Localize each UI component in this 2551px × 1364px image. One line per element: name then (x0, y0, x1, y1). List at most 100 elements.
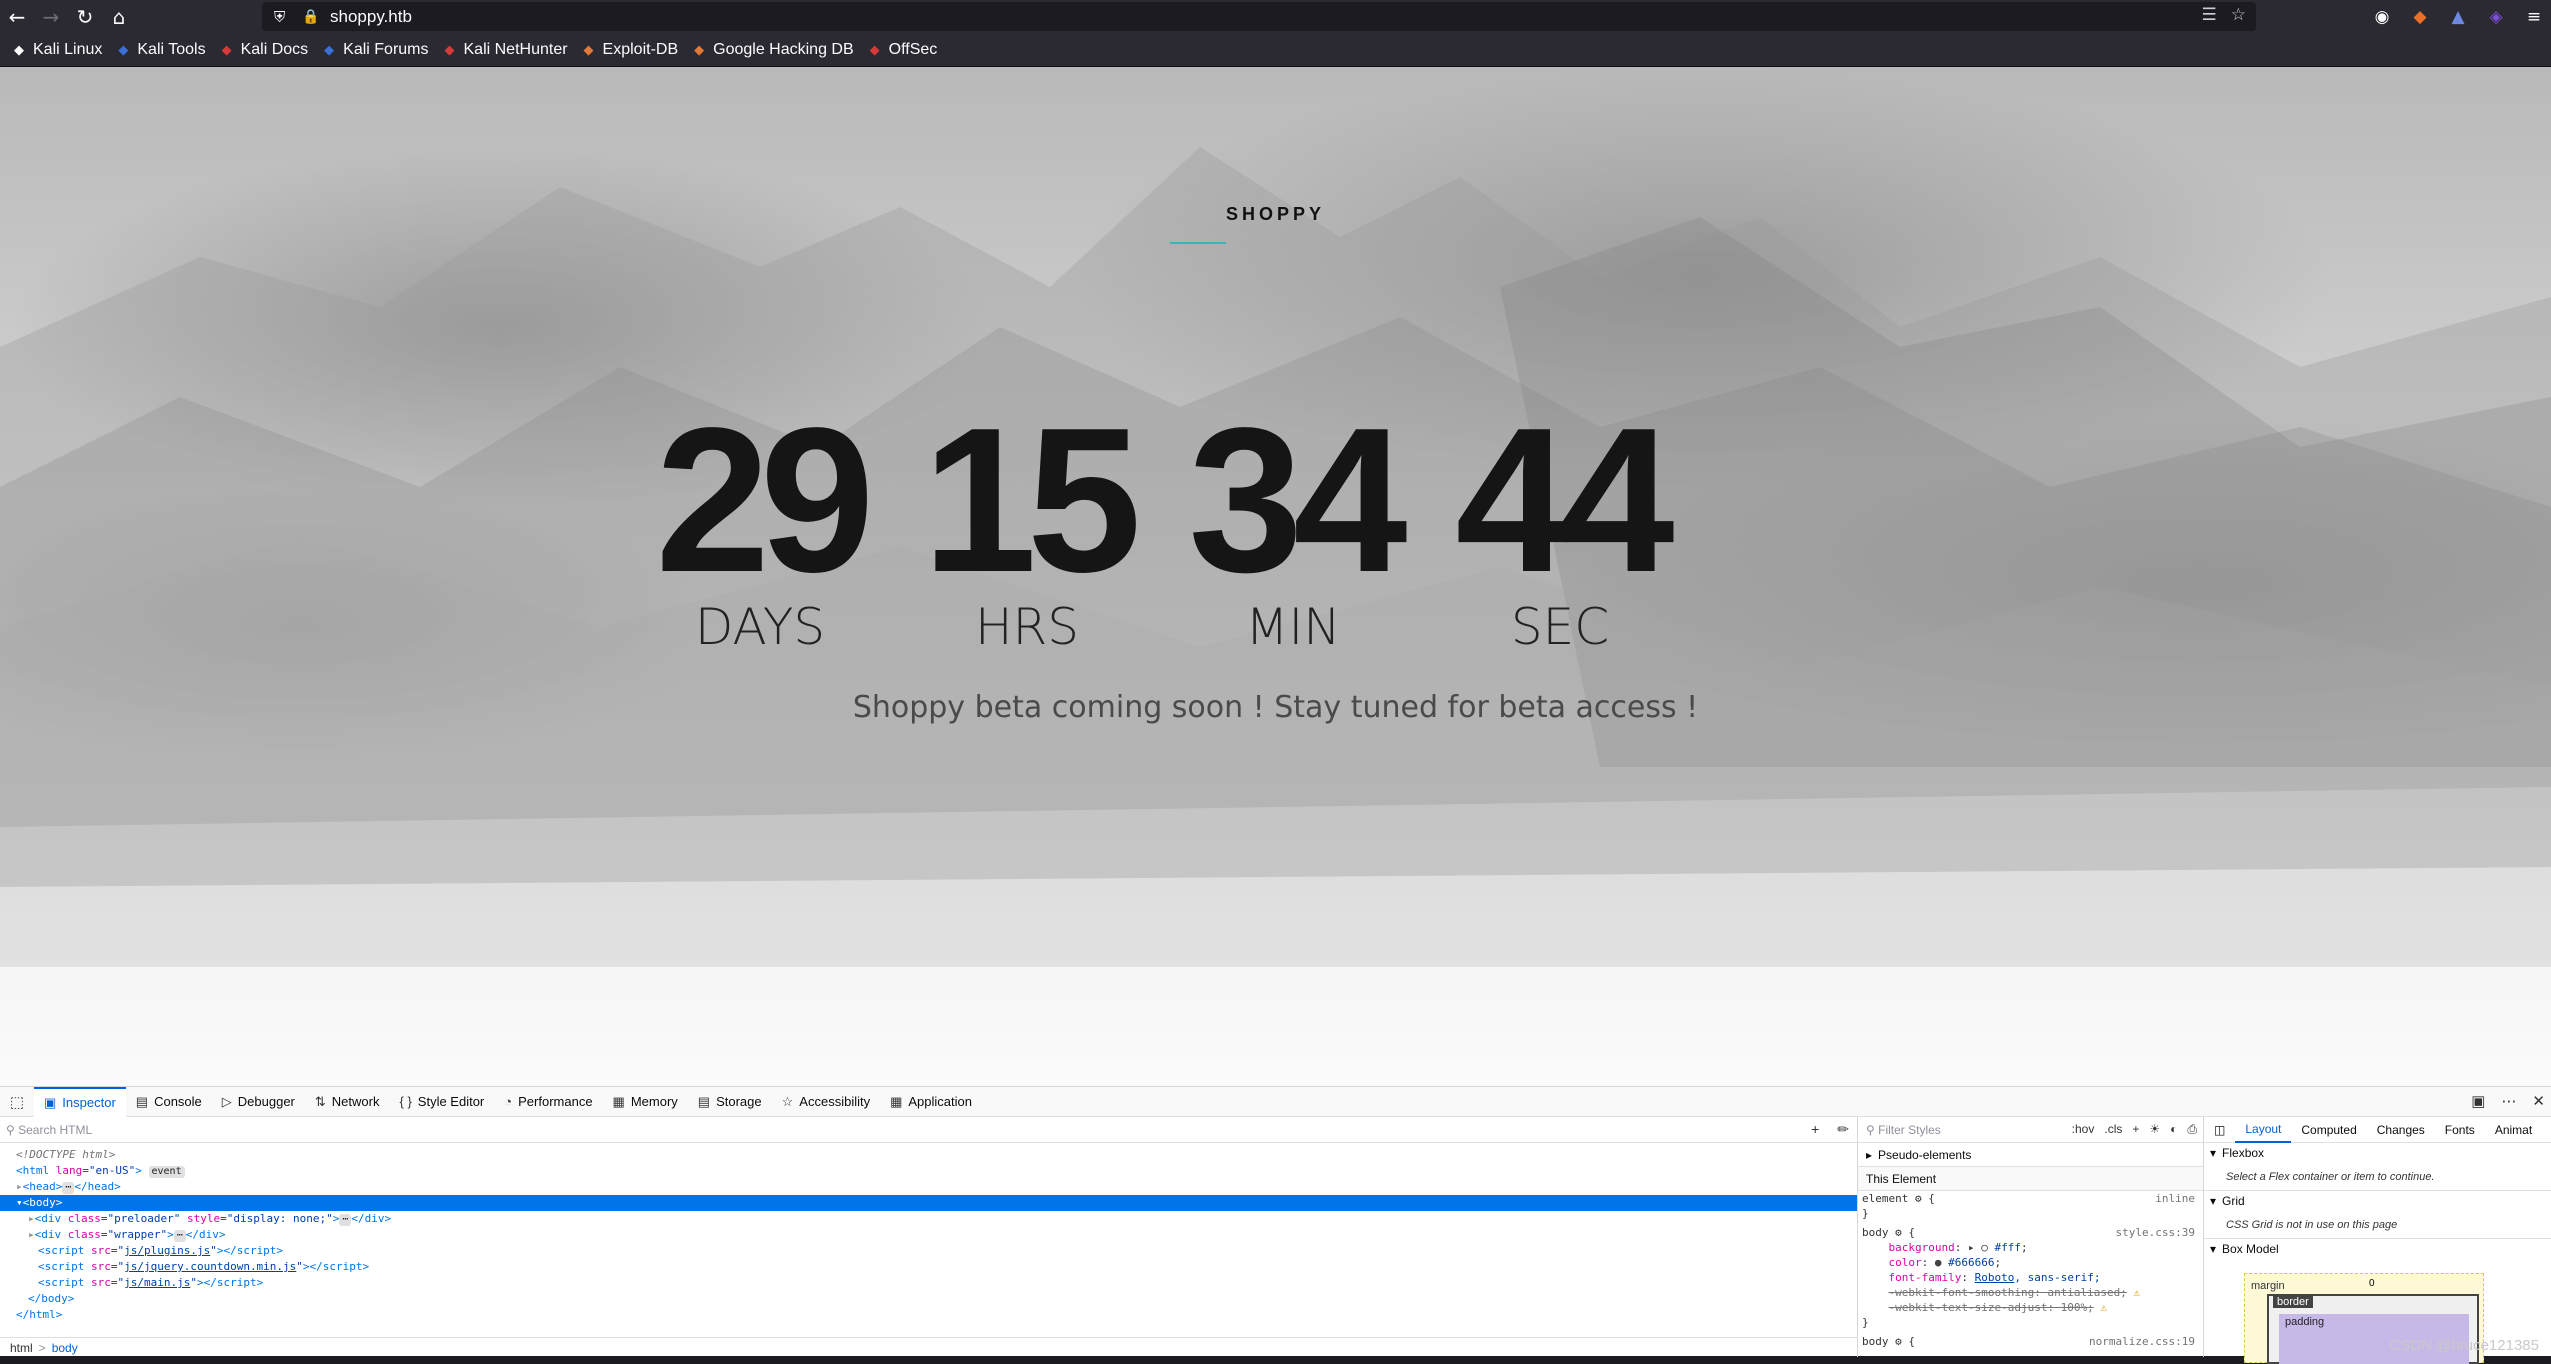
close-devtools-icon[interactable]: ✕ (2532, 1092, 2545, 1110)
tab-style-editor[interactable]: { } Style Editor (389, 1087, 494, 1117)
rule-element[interactable]: element ⚙ {inline (1862, 1191, 2203, 1206)
margin-value[interactable]: 0 (2369, 1278, 2375, 1289)
breadcrumb: html > body (0, 1337, 1858, 1357)
pseudo-elements-toggle[interactable]: ▸ Pseudo-elements (1858, 1143, 2203, 1167)
event-badge[interactable]: event (148, 1166, 185, 1178)
bookmark-item[interactable]: ◆ Kali Docs (218, 41, 309, 59)
rule-body[interactable]: body ⚙ {style.css:39 (1862, 1225, 2203, 1240)
tree-script-node[interactable]: <script src="js/plugins.js"></script> (0, 1243, 1857, 1259)
hov-toggle[interactable]: :hov (2072, 1122, 2095, 1137)
script-src-link[interactable]: js/jquery.countdown.min.js (124, 1260, 296, 1273)
flexbox-section[interactable]: ▾ Flexbox (2204, 1143, 2551, 1163)
tree-html-node[interactable]: <html lang="en-US"> event (0, 1163, 1857, 1179)
tree-html-close[interactable]: </html> (0, 1307, 1857, 1323)
color-value: #666666 (1948, 1256, 1995, 1269)
nethunter-icon: ◆ (444, 41, 455, 57)
hamburger-menu-icon[interactable]: ≡ (2523, 7, 2545, 27)
tree-script-node[interactable]: <script src="js/jquery.countdown.min.js"… (0, 1259, 1857, 1275)
grid-section[interactable]: ▾ Grid (2204, 1191, 2551, 1211)
translate-icon[interactable]: ☰ (2202, 5, 2217, 25)
foxyproxy-icon[interactable]: ◆ (2409, 7, 2431, 27)
markup-view: ⚲ Search HTML + ✏ <!DOCTYPE html> <html … (0, 1117, 1858, 1357)
bookmark-label: Kali NetHunter (463, 40, 568, 58)
pocket-icon[interactable]: ◉ (2371, 7, 2393, 27)
element-picker-icon[interactable]: ⬚ (0, 1093, 34, 1111)
decl-font-family[interactable]: font-family: Roboto, sans-serif; (1862, 1270, 2203, 1285)
light-scheme-icon[interactable]: ☀ (2149, 1122, 2160, 1137)
sidebar-tab-layout[interactable]: Layout (2235, 1117, 2292, 1143)
add-node-icon[interactable]: + (1811, 1121, 1819, 1138)
extension-wappalyzer-icon[interactable]: ◈ (2485, 7, 2507, 27)
rule-source-link[interactable]: style.css:39 (2116, 1225, 2195, 1240)
tree-body-close[interactable]: </body> (0, 1291, 1857, 1307)
bookmark-item[interactable]: ◆ OffSec (866, 41, 938, 59)
insecure-lock-icon[interactable]: 🔒 (302, 9, 324, 25)
search-html-input[interactable]: ⚲ Search HTML + ✏ (0, 1117, 1857, 1143)
flexbox-note: Select a Flex container or item to conti… (2204, 1163, 2551, 1191)
tab-accessibility[interactable]: ☆ Accessibility (772, 1087, 880, 1117)
bookmark-star-icon[interactable]: ☆ (2231, 5, 2246, 25)
decl-font-smoothing[interactable]: -webkit-font-smoothing: antialiased; ⚠ (1862, 1285, 2203, 1300)
tab-network[interactable]: ⇅ Network (305, 1087, 390, 1117)
add-rule-icon[interactable]: + (2132, 1122, 2139, 1137)
tab-performance[interactable]: ◔ Performance (494, 1087, 602, 1117)
breadcrumb-body[interactable]: body (52, 1341, 78, 1355)
cls-toggle[interactable]: .cls (2104, 1122, 2122, 1137)
tree-head-node[interactable]: ▸<head> ⋯ </head> (0, 1179, 1857, 1195)
url-text[interactable]: shoppy.htb (330, 7, 412, 27)
tab-storage[interactable]: ▤ Storage (688, 1087, 772, 1117)
decl-background[interactable]: background: ▸ ○ #fff; (1862, 1240, 2203, 1255)
sidebar-tab-fonts[interactable]: Fonts (2435, 1117, 2485, 1143)
html-tree: <!DOCTYPE html> <html lang="en-US"> even… (0, 1143, 1857, 1323)
reload-button[interactable]: ↻ (68, 0, 102, 33)
tree-wrapper-node[interactable]: ▸<div class="wrapper"> ⋯ </div> (0, 1227, 1857, 1243)
sidebar-tab-computed[interactable]: Computed (2291, 1117, 2366, 1143)
sidebar-tab-changes[interactable]: Changes (2367, 1117, 2435, 1143)
filter-styles-input[interactable]: ⚲ Filter Styles :hov .cls + ☀ ◐ ⎙ (1858, 1117, 2203, 1143)
dark-scheme-icon[interactable]: ◐ (2170, 1122, 2177, 1137)
print-simulation-icon[interactable]: ⎙ (2187, 1122, 2197, 1137)
sidebar-tab-animat[interactable]: Animat (2485, 1117, 2542, 1143)
decl-color[interactable]: color: ● #666666; (1862, 1255, 2203, 1270)
logo-underline (1170, 242, 1226, 244)
tab-debugger[interactable]: ▷ Debugger (212, 1087, 305, 1117)
tree-doctype[interactable]: <!DOCTYPE html> (0, 1147, 1857, 1163)
grid-note: CSS Grid is not in use on this page (2204, 1211, 2551, 1239)
bookmark-item[interactable]: ◆ Kali Forums (320, 41, 428, 59)
site-logo[interactable]: SHOPPY (0, 204, 2551, 225)
more-options-icon[interactable]: ⋯ (2501, 1092, 2516, 1110)
bookmark-item[interactable]: ◆ Kali Linux (10, 41, 102, 59)
tree-preloader-node[interactable]: ▸<div class="preloader" style="display: … (0, 1211, 1857, 1227)
decl-text-size-adjust[interactable]: -webkit-text-size-adjust: 100%; ⚠ (1862, 1300, 2203, 1315)
tab-memory[interactable]: ▦ Memory (603, 1087, 688, 1117)
tab-label: Network (331, 1094, 380, 1109)
breadcrumb-html[interactable]: html (10, 1341, 33, 1355)
inspector-icon: ▣ (44, 1094, 57, 1110)
bookmark-item[interactable]: ◆ Kali Tools (114, 41, 205, 59)
back-button[interactable]: ← (0, 0, 34, 33)
forward-button[interactable]: → (34, 0, 68, 33)
script-src-link[interactable]: js/main.js (124, 1276, 190, 1289)
box-model-section[interactable]: ▾ Box Model (2204, 1239, 2551, 1259)
tab-application[interactable]: ▦ Application (880, 1087, 982, 1117)
tracking-shield-icon[interactable]: ⛨ (274, 8, 296, 26)
tree-script-node[interactable]: <script src="js/main.js"></script> (0, 1275, 1857, 1291)
tab-console[interactable]: ▤ Console (126, 1087, 212, 1117)
tree-body-node-selected[interactable]: ▾<body> (0, 1195, 1857, 1211)
font-family-link[interactable]: Roboto (1975, 1271, 2015, 1284)
sidebar-toggle-icon[interactable]: ◫ (2204, 1117, 2235, 1143)
eyedropper-icon[interactable]: ✏ (1837, 1121, 1849, 1138)
kali-forums-icon: ◆ (324, 41, 335, 57)
bookmark-item[interactable]: ◆ Kali NetHunter (441, 41, 568, 59)
tab-inspector[interactable]: ▣ Inspector (34, 1086, 126, 1117)
rule-source-link[interactable]: normalize.css:19 (2089, 1334, 2195, 1349)
dock-icon[interactable]: ▣ (2471, 1092, 2485, 1110)
address-bar[interactable]: ⛨ 🔒 shoppy.htb ☰ ☆ (262, 2, 2256, 31)
rule-body-normalize[interactable]: body ⚙ {normalize.css:19 (1862, 1334, 2203, 1349)
ghdb-icon: ◆ (694, 41, 705, 57)
script-src-link[interactable]: js/plugins.js (124, 1244, 210, 1257)
bookmark-item[interactable]: ◆ Exploit-DB (580, 41, 679, 59)
bookmark-item[interactable]: ◆ Google Hacking DB (690, 41, 854, 59)
extension-icon[interactable]: ▲ (2447, 7, 2469, 27)
home-button[interactable]: ⌂ (102, 0, 136, 33)
